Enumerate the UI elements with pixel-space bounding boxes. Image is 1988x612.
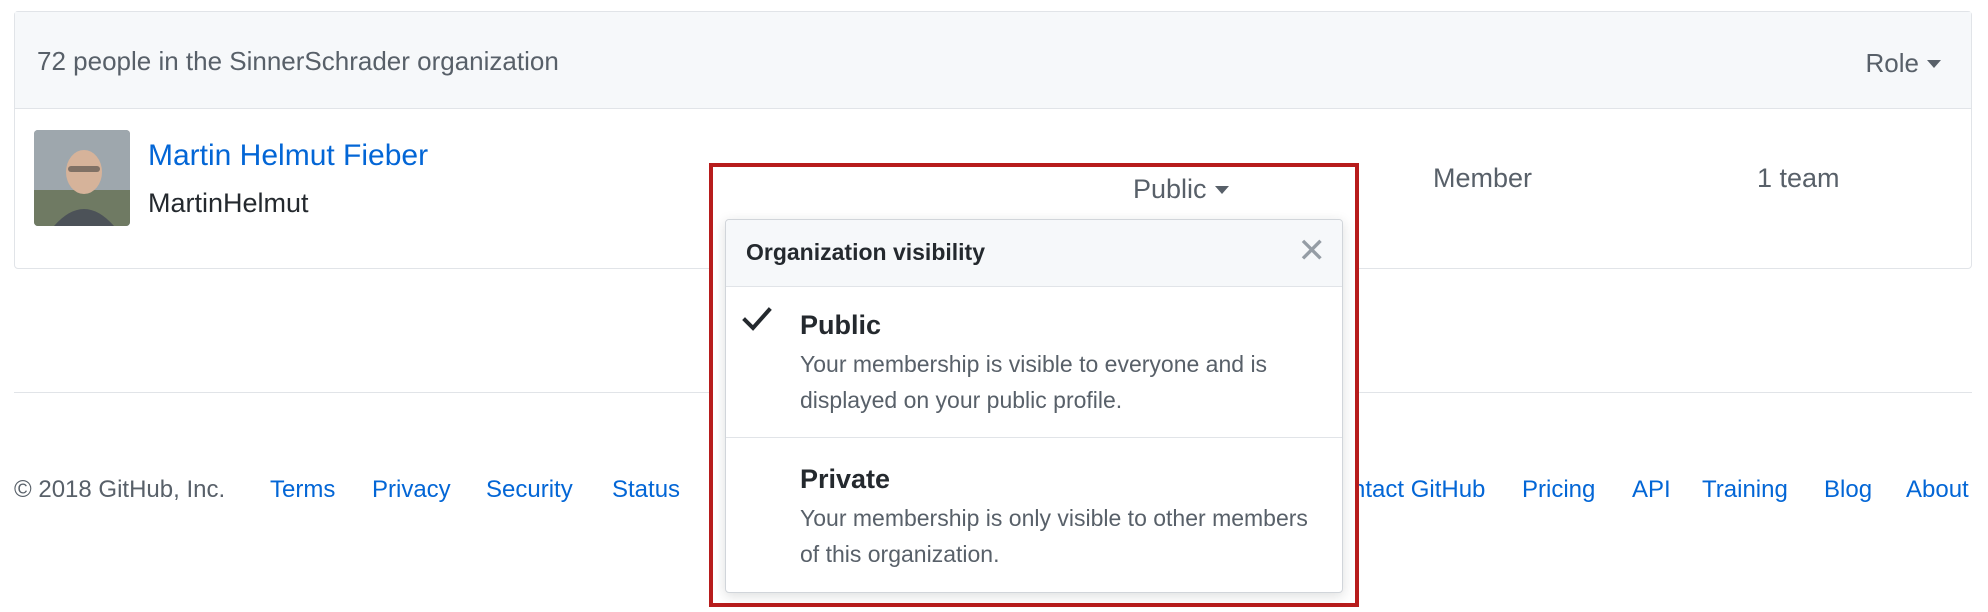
option-title-public: Public [800,310,882,340]
caret-down-icon [1927,59,1941,68]
footer-copyright: © 2018 GitHub, Inc. [14,476,226,503]
visibility-dropdown-button-active[interactable]: Public [1133,174,1229,205]
caret-down-icon [1214,185,1229,194]
footer-link-security[interactable]: Security [486,476,573,504]
footer-link-terms[interactable]: Terms [270,476,335,504]
visibility-option-public[interactable]: Public Your membership is visible to eve… [726,286,1342,438]
popover-title: Organization visibility [746,239,985,265]
member-teams-link[interactable]: 1 team [1757,163,1840,194]
visibility-label-active: Public [1133,174,1207,204]
option-title-private: Private [800,464,891,494]
role-filter-label: Role [1865,48,1919,78]
role-filter-dropdown[interactable]: Role [1866,48,1941,79]
avatar[interactable] [34,130,130,226]
popover-header: Organization visibility ✕ [726,220,1342,287]
close-icon[interactable]: ✕ [1298,234,1327,268]
avatar-photo [34,130,130,226]
footer-link-api[interactable]: API [1632,476,1671,504]
member-login: MartinHelmut [148,188,309,218]
member-role: Member [1433,163,1533,193]
footer-link-contact[interactable]: ntact GitHub [1352,476,1485,504]
option-description-public: Your membership is visible to everyone a… [800,351,1268,413]
footer-link-pricing[interactable]: Pricing [1522,476,1595,504]
option-description-private: Your membership is only visible to other… [800,505,1308,567]
footer-link-about[interactable]: About [1906,476,1969,504]
organization-visibility-popover: Organization visibility ✕ Public Your me… [725,219,1343,593]
member-count-text: 72 people in the SinnerSchrader organiza… [37,46,559,76]
footer-link-training[interactable]: Training [1702,476,1788,504]
visibility-option-private[interactable]: Private Your membership is only visible … [726,438,1342,594]
check-icon [742,307,772,331]
members-list-header: 72 people in the SinnerSchrader organiza… [15,12,1971,109]
footer-link-privacy[interactable]: Privacy [372,476,451,504]
footer-link-blog[interactable]: Blog [1824,476,1872,504]
footer-link-status[interactable]: Status [612,476,680,504]
member-name-link[interactable]: Martin Helmut Fieber [148,139,428,173]
